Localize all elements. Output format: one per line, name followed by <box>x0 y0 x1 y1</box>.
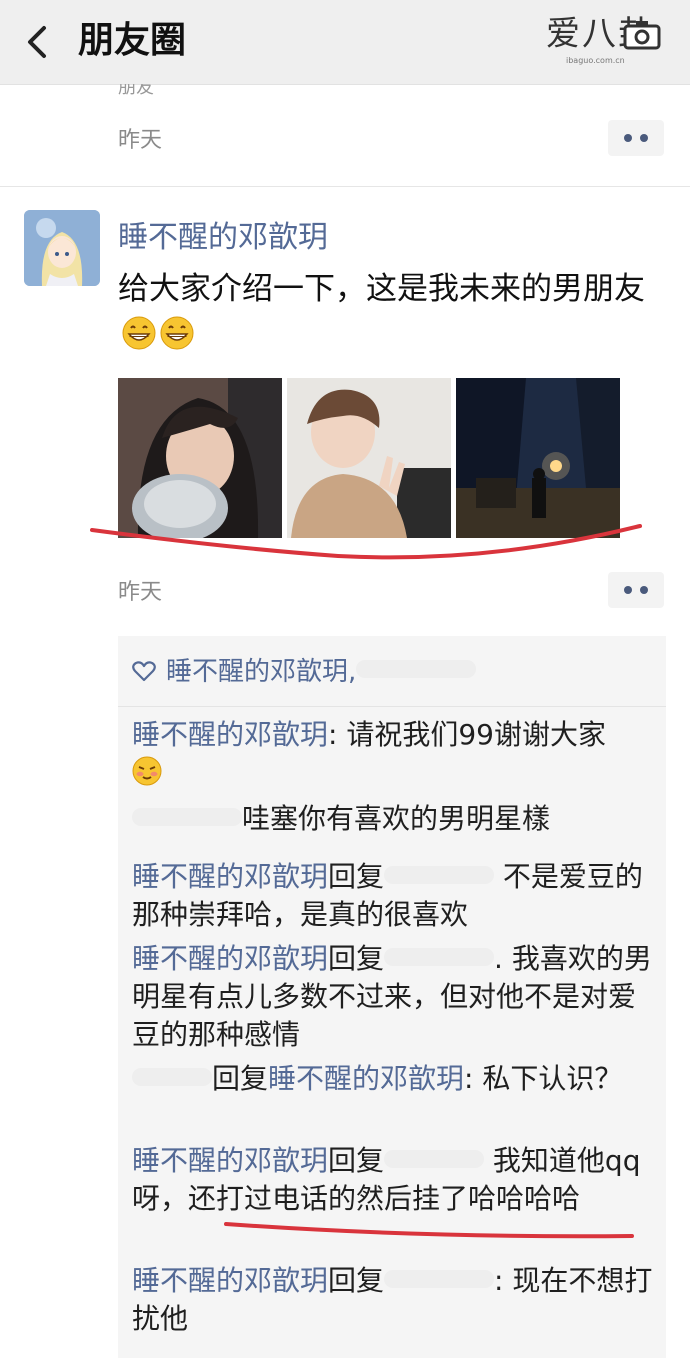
more-dots-icon[interactable] <box>608 572 664 608</box>
post-photo-1[interactable] <box>118 378 282 538</box>
post-text: 给大家介绍一下，这是我未来的男朋友 <box>118 266 658 358</box>
reply-label: 回复 <box>328 942 385 975</box>
post-body: 给大家介绍一下，这是我未来的男朋友 <box>118 271 645 307</box>
grin-emoji-icon <box>160 316 194 350</box>
comment-author[interactable]: 睡不醒的邓歆玥 <box>132 942 328 975</box>
comment-text: : 私下认识？ <box>464 1062 623 1095</box>
grin-emoji-icon <box>122 316 156 350</box>
chevron-left-icon[interactable] <box>22 22 52 62</box>
red-underline-photos <box>90 524 642 560</box>
reply-target[interactable]: 睡不醒的邓歆玥 <box>268 1062 464 1095</box>
likes-divider <box>118 706 666 707</box>
comment-item[interactable]: 哇塞你有喜欢的男明星樣 <box>132 800 662 838</box>
previous-post-time: 昨天 <box>118 128 163 153</box>
likes-row: 睡不醒的邓歆玥, <box>132 650 477 694</box>
previous-post-text: 朋友 <box>118 84 154 96</box>
reply-label: 回复 <box>328 860 385 893</box>
comment-author[interactable]: 睡不醒的邓歆玥 <box>132 718 328 751</box>
top-bar: 朋友圈 爱八卦 ibaguo.com.cn <box>0 0 690 85</box>
comment-item[interactable]: 睡不醒的邓歆玥回复 我知道他qq呀，还打过电话的然后挂了哈哈哈哈 <box>132 1142 662 1218</box>
camera-icon <box>623 21 661 50</box>
page-title: 朋友圈 <box>78 20 187 61</box>
reply-label: 回复 <box>328 1264 385 1297</box>
comments-panel: 睡不醒的邓歆玥, 睡不醒的邓歆玥: 请祝我们99谢谢大家 哇塞你有喜欢的男明星樣… <box>118 636 666 1358</box>
comment-text: : 请祝我们99谢谢大家 <box>328 718 606 751</box>
comment-item[interactable]: 睡不醒的邓歆玥回复. 我喜欢的男明星有点儿多数不过来，但对他不是对爱豆的那种感情 <box>132 940 662 1054</box>
comment-item[interactable]: 回复睡不醒的邓歆玥: 私下认识？ <box>132 1060 662 1098</box>
comment-item[interactable]: 睡不醒的邓歆玥回复 不是爱豆的那种崇拜哈，是真的很喜欢 <box>132 858 662 934</box>
comment-item[interactable]: 睡不醒的邓歆玥回复: 现在不想打扰他 <box>132 1262 662 1338</box>
post-photo-2[interactable] <box>287 378 451 538</box>
shy-emoji-icon <box>132 756 162 786</box>
comment-item[interactable]: 睡不醒的邓歆玥: 请祝我们99谢谢大家 <box>132 716 662 792</box>
post-author[interactable]: 睡不醒的邓歆玥 <box>118 216 328 260</box>
heart-icon <box>132 661 156 682</box>
more-dots-icon[interactable] <box>608 120 664 156</box>
post-photo-3[interactable] <box>456 378 620 538</box>
logo-subtext: ibaguo.com.cn <box>566 56 625 65</box>
comment-author[interactable]: 睡不醒的邓歆玥 <box>132 860 328 893</box>
reply-label: 回复 <box>212 1062 269 1095</box>
watermark-logo: 爱八卦 ibaguo.com.cn <box>546 10 676 76</box>
post-time: 昨天 <box>118 580 163 605</box>
like-names[interactable]: 睡不醒的邓歆玥, <box>166 657 356 687</box>
comment-text: 哇塞你有喜欢的男明星樣 <box>242 802 551 835</box>
post-divider <box>0 186 690 187</box>
red-underline-comment <box>224 1222 634 1239</box>
comment-author[interactable]: 睡不醒的邓歆玥 <box>132 1144 328 1177</box>
comment-author[interactable]: 睡不醒的邓歆玥 <box>132 1264 328 1297</box>
reply-label: 回复 <box>328 1144 385 1177</box>
avatar[interactable] <box>24 210 100 286</box>
